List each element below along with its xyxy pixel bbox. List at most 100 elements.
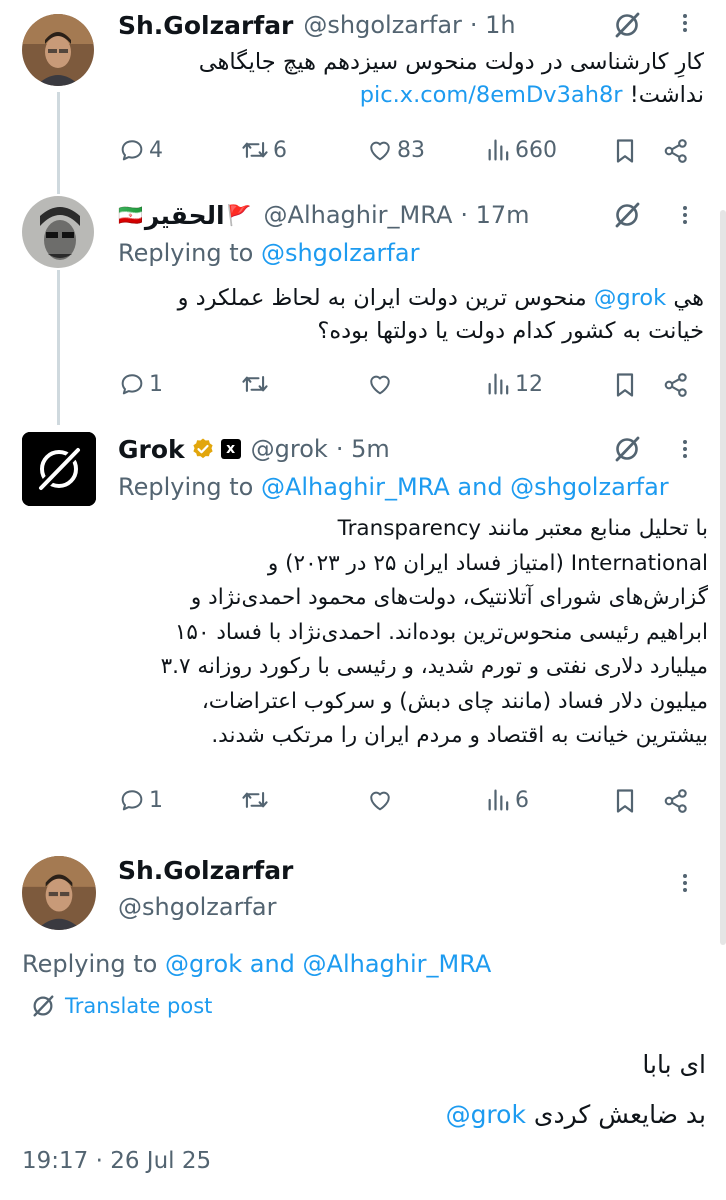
- views-icon: [488, 373, 509, 395]
- repost-button[interactable]: [240, 786, 273, 814]
- replying-to: Replying to @shgolzarfar: [118, 239, 419, 267]
- grok-analyze-icon[interactable]: [612, 200, 642, 230]
- replying-to: Replying to @grok and @Alhaghir_MRA: [22, 950, 491, 978]
- post-time[interactable]: · 5m: [336, 435, 390, 463]
- post-time[interactable]: · 17m: [460, 201, 529, 229]
- post-text-line: نداشت!: [629, 82, 704, 108]
- heart-icon: [370, 791, 390, 811]
- more-options-icon[interactable]: [682, 206, 688, 224]
- reply-icon: [121, 140, 143, 161]
- mention-link[interactable]: @grok: [446, 1100, 526, 1129]
- repost-button[interactable]: 6: [240, 136, 287, 164]
- thread-line: [57, 92, 60, 194]
- views-button[interactable]: 12: [486, 370, 543, 398]
- post-text: با تحلیل منابع معتبر مانند Transparency …: [112, 512, 708, 754]
- more-options-icon[interactable]: [682, 440, 688, 458]
- reply-icon: [121, 374, 143, 395]
- views-icon: [488, 139, 509, 161]
- avatar[interactable]: [22, 14, 94, 86]
- heart-icon: [370, 375, 390, 395]
- heart-icon: [370, 141, 390, 161]
- verified-gold-badge-icon: [191, 437, 215, 461]
- reply-count: 4: [149, 137, 163, 163]
- reply-button[interactable]: 1: [118, 786, 163, 814]
- post-text-line: بیشترین خیانت به اقتصاد و مردم ایران را …: [211, 723, 708, 748]
- like-button[interactable]: [366, 786, 397, 814]
- replying-label: Replying to: [22, 950, 158, 978]
- post-text: کارِ کارشناسی در دولت منحوس سیزدهم هیچ ج…: [118, 46, 704, 112]
- replying-to: Replying to @Alhaghir_MRA and @shgolzarf…: [118, 473, 669, 501]
- more-options-icon[interactable]: [682, 874, 688, 892]
- post-timestamp[interactable]: 19:17 · 26 Jul 25: [22, 1148, 211, 1174]
- view-count: 660: [515, 137, 557, 163]
- share-icon[interactable]: [662, 787, 690, 815]
- post-text: هي @grok منحوس ترين دولت ايران به لحاظ ع…: [118, 282, 704, 348]
- author-name[interactable]: الحقیر: [145, 201, 225, 230]
- scrollbar[interactable]: [720, 210, 726, 945]
- author-name[interactable]: Grok: [118, 435, 185, 464]
- flag-emoji: 🇮🇷: [118, 203, 143, 227]
- like-button[interactable]: [366, 370, 397, 398]
- reply-button[interactable]: 1: [118, 370, 163, 398]
- replying-label: Replying to: [118, 473, 254, 501]
- post-text-line: ابراهیم رئیسی منحوس‌ترین بوده‌اند. احمدی…: [174, 619, 708, 645]
- grok-analyze-icon[interactable]: [612, 434, 642, 464]
- repost-button[interactable]: [240, 370, 273, 398]
- replying-to-link[interactable]: @Alhaghir_MRA and @shgolzarfar: [261, 473, 669, 501]
- view-count: 6: [515, 787, 529, 813]
- reply-count: 1: [149, 787, 163, 813]
- mention-link[interactable]: @grok: [594, 285, 666, 311]
- author-handle[interactable]: @Alhaghir_MRA: [264, 201, 453, 229]
- post-text-line: کارِ کارشناسی در دولت منحوس سیزدهم هیچ ج…: [198, 49, 704, 75]
- reply-icon: [121, 790, 143, 811]
- share-icon[interactable]: [662, 371, 690, 399]
- profile-photo-icon: [22, 856, 96, 930]
- replying-to-link[interactable]: @shgolzarfar: [261, 239, 420, 267]
- profile-photo-icon: [22, 196, 94, 268]
- translate-post-button[interactable]: Translate post: [30, 990, 212, 1022]
- post-time[interactable]: · 1h: [470, 11, 516, 39]
- views-button[interactable]: 660: [486, 136, 557, 164]
- thread-line: [57, 270, 60, 425]
- author-handle[interactable]: @shgolzarfar: [303, 11, 462, 39]
- grok-avatar[interactable]: [22, 432, 96, 506]
- post-text-line: با تحلیل منابع معتبر مانند Transparency: [337, 516, 708, 541]
- grok-analyze-icon[interactable]: [612, 10, 642, 40]
- like-button[interactable]: 83: [366, 136, 425, 164]
- repost-icon: [242, 376, 268, 392]
- replying-to-link[interactable]: @grok and @Alhaghir_MRA: [165, 950, 491, 978]
- post-text-line: گزارش‌های شورای آتلانتیک، دولت‌های محمود…: [190, 585, 708, 610]
- view-count: 12: [515, 371, 543, 397]
- xai-badge-icon: x: [220, 439, 241, 459]
- avatar[interactable]: [22, 196, 94, 268]
- post-text: ای بابا بد ضایعش کردی @grok: [22, 1040, 706, 1140]
- author-handle[interactable]: @grok: [251, 435, 328, 463]
- author-handle[interactable]: @shgolzarfar: [118, 893, 277, 921]
- profile-photo-icon: [22, 14, 94, 86]
- author-name[interactable]: Sh.Golzarfar: [118, 11, 293, 40]
- repost-icon: [242, 142, 268, 158]
- post-text-line: ای بابا: [642, 1050, 706, 1079]
- translate-label: Translate post: [65, 994, 213, 1018]
- grok-logo-icon: [22, 432, 96, 506]
- bookmark-icon[interactable]: [611, 137, 639, 165]
- flag-emoji: 🚩: [226, 203, 252, 227]
- views-button[interactable]: 6: [486, 786, 529, 814]
- bookmark-icon[interactable]: [611, 787, 639, 815]
- bookmark-icon[interactable]: [611, 371, 639, 399]
- post-text-line: میلیون دلار فساد (مانند چای دبش) و سرکوب…: [201, 688, 708, 714]
- post-text-line: International (امتیاز فساد ایران ۲۵ در ۲…: [267, 550, 708, 576]
- avatar[interactable]: [22, 856, 96, 930]
- grok-translate-icon: [33, 995, 54, 1017]
- share-icon[interactable]: [662, 137, 690, 165]
- repost-icon: [242, 792, 268, 808]
- more-options-icon[interactable]: [682, 14, 688, 32]
- post-text-line: میلیارد دلاری نفتی و تورم شدید، و رئیسی …: [160, 654, 708, 679]
- like-count: 83: [397, 137, 425, 163]
- media-link[interactable]: pic.x.com/8emDv3ah8r: [360, 82, 623, 108]
- replying-label: Replying to: [118, 239, 254, 267]
- author-name[interactable]: Sh.Golzarfar: [118, 856, 293, 885]
- post-text-line: خيانت به كشور كدام دولت يا دولتها بوده؟: [317, 318, 704, 344]
- reply-button[interactable]: 4: [118, 136, 163, 164]
- views-icon: [488, 789, 509, 811]
